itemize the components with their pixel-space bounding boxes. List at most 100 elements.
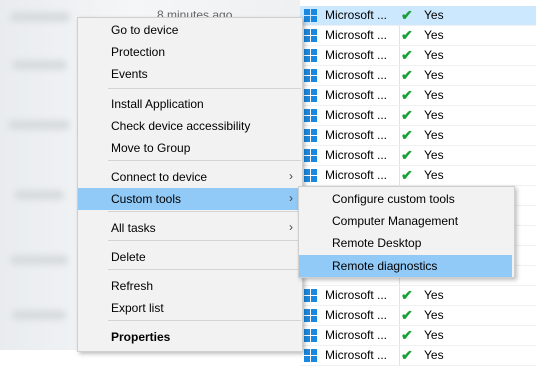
column-divider: [399, 166, 400, 185]
table-row[interactable]: Microsoft ...✔Yes: [300, 66, 536, 86]
os-cell: Microsoft ...: [325, 128, 388, 142]
submenu-item-remote-desktop[interactable]: Remote Desktop: [299, 232, 512, 254]
column-divider: [399, 66, 400, 85]
menu-item-export-list[interactable]: Export list: [78, 297, 302, 319]
checkmark-icon: ✔: [401, 287, 413, 303]
status-cell: Yes: [424, 48, 444, 62]
table-row[interactable]: Microsoft ...✔Yes: [300, 166, 536, 186]
windows-logo-icon: [304, 169, 318, 182]
checkmark-icon: ✔: [401, 47, 413, 63]
status-cell: Yes: [424, 108, 444, 122]
status-cell: Yes: [424, 28, 444, 42]
checkmark-icon: ✔: [401, 307, 413, 323]
column-divider: [399, 306, 400, 325]
menu-item-label: Connect to device: [111, 170, 208, 184]
table-row[interactable]: Microsoft ... ✔ Yes: [300, 286, 536, 306]
windows-logo-icon: [304, 49, 318, 62]
checkmark-icon: ✔: [401, 167, 413, 183]
status-cell: Yes: [424, 148, 444, 162]
menu-separator: [108, 240, 301, 241]
blurred-cell: [10, 255, 68, 265]
table-row[interactable]: Microsoft ...✔Yes: [300, 326, 536, 346]
menu-item-label: Check device accessibility: [111, 119, 251, 133]
table-row[interactable]: Microsoft ...✔Yes: [300, 86, 536, 106]
blurred-cell: [12, 60, 67, 70]
menu-item-properties[interactable]: Properties: [78, 326, 302, 348]
status-cell: Yes: [424, 308, 444, 322]
menu-item-refresh[interactable]: Refresh: [78, 275, 302, 297]
checkmark-icon: ✔: [401, 67, 413, 83]
menu-item-label: Protection: [111, 45, 166, 59]
table-row[interactable]: Microsoft ...✔Yes: [300, 126, 536, 146]
menu-item-protection[interactable]: Protection: [78, 41, 302, 63]
blurred-cell: [12, 310, 66, 320]
os-cell: Microsoft ...: [325, 148, 388, 162]
menu-separator: [108, 320, 301, 321]
os-cell: Microsoft ...: [325, 88, 388, 102]
blurred-cell: [14, 190, 64, 200]
menu-item-label: Export list: [111, 301, 164, 315]
menu-item-install-application[interactable]: Install Application: [78, 93, 302, 115]
menu-item-custom-tools[interactable]: Custom tools ›: [78, 188, 302, 210]
table-row[interactable]: Microsoft ... ✔ Yes: [300, 26, 536, 46]
column-divider: [399, 6, 400, 25]
blurred-cell: [8, 120, 70, 130]
checkmark-icon: ✔: [401, 27, 413, 43]
column-divider: [399, 26, 400, 45]
menu-item-events[interactable]: Events: [78, 63, 302, 85]
menu-item-go-to-device[interactable]: Go to device: [78, 19, 302, 41]
status-cell: Yes: [424, 328, 444, 342]
menu-item-check-device-accessibility[interactable]: Check device accessibility: [78, 115, 302, 137]
submenu-item-label: Remote diagnostics: [332, 259, 438, 273]
menu-item-delete[interactable]: Delete: [78, 246, 302, 268]
windows-logo-icon: [304, 149, 318, 162]
os-cell: Microsoft ...: [325, 28, 388, 42]
submenu-item-configure-custom-tools[interactable]: Configure custom tools: [299, 188, 512, 210]
status-cell: Yes: [424, 68, 444, 82]
windows-logo-icon: [304, 129, 318, 142]
table-row[interactable]: Microsoft ... ✔ Yes: [300, 146, 536, 166]
table-row[interactable]: Microsoft ...✔Yes: [300, 46, 536, 66]
windows-logo-icon: [304, 329, 318, 342]
column-divider: [399, 326, 400, 345]
windows-logo-icon: [304, 309, 318, 322]
column-divider: [399, 86, 400, 105]
column-divider: [399, 146, 400, 165]
windows-logo-icon: [304, 29, 318, 42]
custom-tools-submenu: Configure custom tools Computer Managemen…: [298, 186, 515, 278]
menu-item-label: Events: [111, 67, 148, 81]
table-row[interactable]: Microsoft ...✔Yes: [300, 106, 536, 126]
checkmark-icon: ✔: [401, 147, 413, 163]
os-cell: Microsoft ...: [325, 8, 388, 22]
os-cell: Microsoft ...: [325, 288, 388, 302]
blurred-cell: [10, 12, 70, 22]
menu-separator: [108, 160, 301, 161]
chevron-right-icon: ›: [289, 191, 293, 205]
status-cell: Yes: [424, 348, 444, 362]
menu-item-move-to-group[interactable]: Move to Group: [78, 137, 302, 159]
windows-logo-icon: [304, 9, 318, 22]
windows-logo-icon: [304, 89, 318, 102]
menu-item-connect-to-device[interactable]: Connect to device ›: [78, 166, 302, 188]
os-cell: Microsoft ...: [325, 328, 388, 342]
menu-separator: [108, 211, 301, 212]
context-menu: Go to device Protection Events Install Appl…: [77, 17, 303, 352]
menu-item-all-tasks[interactable]: All tasks ›: [78, 217, 302, 239]
menu-item-label: Go to device: [111, 23, 179, 37]
table-row[interactable]: Microsoft ...✔Yes: [300, 306, 536, 326]
checkmark-icon: ✔: [401, 87, 413, 103]
column-divider: [399, 346, 400, 365]
menu-separator: [108, 88, 301, 89]
windows-logo-icon: [304, 289, 318, 302]
status-cell: Yes: [424, 288, 444, 302]
submenu-item-computer-management[interactable]: Computer Management: [299, 210, 512, 232]
windows-logo-icon: [304, 69, 318, 82]
checkmark-icon: ✔: [401, 127, 413, 143]
menu-item-label: Delete: [111, 250, 146, 264]
submenu-item-remote-diagnostics[interactable]: Remote diagnostics: [299, 255, 512, 277]
status-cell: Yes: [424, 8, 444, 22]
table-row[interactable]: Microsoft ...✔Yes: [300, 346, 536, 366]
windows-logo-icon: [304, 349, 318, 362]
table-row[interactable]: 8 minutes ago Microsoft ... ✔ Yes: [157, 6, 536, 26]
submenu-item-label: Configure custom tools: [332, 192, 455, 206]
